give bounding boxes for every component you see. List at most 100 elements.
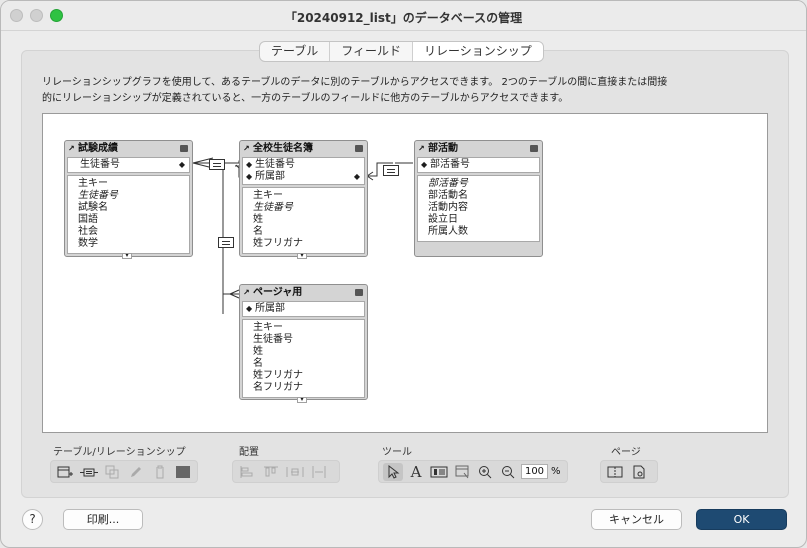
group-label-arrange: 配置 [239, 447, 259, 458]
tools-toolbar: A 100 % [378, 460, 568, 483]
field-row[interactable]: 生徒番号 [68, 190, 189, 202]
zoom-level-input[interactable]: 100 [521, 464, 548, 479]
field-row[interactable]: 主キー [243, 190, 364, 202]
field-row[interactable]: 国語 [68, 214, 189, 226]
match-bullet-icon: ◆ [246, 172, 253, 181]
collapse-icon[interactable] [180, 145, 188, 152]
field-row[interactable]: 社会 [68, 226, 189, 238]
print-button[interactable]: 印刷... [63, 509, 143, 530]
align-top-icon[interactable] [261, 463, 281, 481]
field-row[interactable]: 試験名 [68, 202, 189, 214]
table-occurrence-pager[interactable]: ↗ ページャ用 ◆ 所属部 主キー 生徒番号 姓 名 姓フリガナ 名フリガナ ▾ [239, 284, 368, 403]
table-name: 全校生徒名簿 [253, 143, 313, 154]
table-view-icon[interactable] [429, 463, 449, 481]
table-occurrence-zenkou[interactable]: ↗ 全校生徒名簿 ◆ 生徒番号 ◆ 所属部 ◆ 主キー 生徒番号 姓 名 姓フリ… [239, 140, 368, 259]
field-row[interactable]: 部活番号 [418, 178, 539, 190]
field-row[interactable]: 生徒番号 [243, 334, 364, 346]
match-field[interactable]: 生徒番号 ◆ [68, 159, 189, 171]
field-row[interactable]: 姓フリガナ [243, 370, 364, 382]
field-list: 部活番号 部活動名 活動内容 設立日 所属人数 [417, 175, 540, 242]
group-label-tables: テーブル/リレーションシップ [53, 447, 186, 458]
resize-arrow-icon[interactable]: ▾ [122, 253, 132, 259]
tab-relationships[interactable]: リレーションシップ [412, 42, 543, 61]
collapse-icon[interactable] [355, 289, 363, 296]
link-arrow-icon: ↗ [418, 144, 425, 153]
field-row[interactable]: 設立日 [418, 214, 539, 226]
page-breaks-icon[interactable] [605, 463, 625, 481]
title-bar: 「20240912_list」のデータベースの管理 [1, 1, 806, 31]
field-row[interactable]: 生徒番号 [243, 202, 364, 214]
link-arrow-icon: ↗ [68, 144, 75, 153]
match-bullet-icon: ◆ [246, 160, 253, 169]
tab-tables[interactable]: テーブル [260, 42, 329, 61]
field-list: 主キー 生徒番号 試験名 国語 社会 数学 [67, 175, 190, 254]
match-bullet-icon: ◆ [246, 304, 253, 313]
zoom-percent-label: % [551, 466, 561, 477]
delete-trash-icon[interactable] [150, 463, 170, 481]
tables-toolbar [50, 460, 198, 483]
field-row[interactable]: 主キー [243, 322, 364, 334]
table-header[interactable]: ↗ 部活動 [415, 141, 542, 157]
select-pointer-icon[interactable] [383, 462, 403, 481]
field-row[interactable]: 姓フリガナ [243, 238, 364, 250]
relationship-icon-shiken-zenkou[interactable] [209, 159, 225, 170]
field-row[interactable]: 部活動名 [418, 190, 539, 202]
field-row[interactable]: 数学 [68, 238, 189, 250]
ok-button[interactable]: OK [696, 509, 787, 530]
page-setup-icon[interactable] [629, 463, 649, 481]
manage-database-window: 「20240912_list」のデータベースの管理 テーブル フィールド リレー… [0, 0, 807, 548]
table-occurrence-bukatsu[interactable]: ↗ 部活動 ◆ 部活番号 部活番号 部活動名 活動内容 設立日 所属人数 [414, 140, 543, 257]
field-row[interactable]: 姓 [243, 214, 364, 226]
relationship-graph[interactable]: ↗ 試験成績 生徒番号 ◆ 主キー 生徒番号 試験名 国語 社会 数学 ▾ ↗ … [42, 113, 768, 433]
resize-arrow-icon[interactable]: ▾ [297, 253, 307, 259]
field-row[interactable]: 名 [243, 226, 364, 238]
table-occurrence-shiken[interactable]: ↗ 試験成績 生徒番号 ◆ 主キー 生徒番号 試験名 国語 社会 数学 ▾ [64, 140, 193, 259]
match-field[interactable]: ◆ 所属部 ◆ [243, 171, 364, 183]
match-bullet-icon: ◆ [421, 160, 428, 169]
field-row[interactable]: 名フリガナ [243, 382, 364, 394]
match-bullet-icon: ◆ [178, 160, 185, 169]
match-field[interactable]: ◆ 生徒番号 [243, 159, 364, 171]
page-toolbar [600, 460, 658, 483]
edit-pencil-icon[interactable] [126, 463, 146, 481]
group-label-page: ページ [611, 447, 641, 458]
color-swatch-icon[interactable] [173, 463, 193, 481]
match-field[interactable]: ◆ 所属部 [243, 303, 364, 315]
match-field[interactable]: ◆ 部活番号 [418, 159, 539, 171]
table-header[interactable]: ↗ 試験成績 [65, 141, 192, 157]
duplicate-icon[interactable] [102, 463, 122, 481]
zoom-in-icon[interactable] [475, 463, 495, 481]
cancel-button[interactable]: キャンセル [591, 509, 682, 530]
field-row[interactable]: 主キー [68, 178, 189, 190]
relationships-description: リレーションシップグラフを使用して、あるテーブルのデータに別のテーブルからアクセ… [42, 75, 732, 107]
table-name: ページャ用 [253, 287, 303, 298]
link-arrow-icon: ↗ [243, 288, 250, 297]
tab-fields[interactable]: フィールド [329, 42, 412, 61]
resize-icon[interactable] [309, 463, 329, 481]
resize-arrow-icon[interactable]: ▾ [297, 397, 307, 403]
field-row[interactable]: 所属人数 [418, 226, 539, 238]
relationship-icon-zenkou-pager[interactable] [218, 237, 234, 248]
layout-icon[interactable] [452, 463, 472, 481]
collapse-icon[interactable] [355, 145, 363, 152]
table-header[interactable]: ↗ 全校生徒名簿 [240, 141, 367, 157]
relationship-icon-zenkou-bukatsu[interactable] [383, 165, 399, 176]
tab-bar: テーブル フィールド リレーションシップ [259, 41, 544, 62]
text-tool-icon[interactable]: A [406, 463, 426, 481]
description-line-2: 的にリレーションシップが定義されていると、一方のテーブルのフィールドに他方のテー… [42, 93, 569, 104]
link-arrow-icon: ↗ [243, 144, 250, 153]
table-name: 部活動 [428, 143, 458, 154]
field-row[interactable]: 活動内容 [418, 202, 539, 214]
help-button[interactable]: ? [22, 509, 43, 530]
distribute-horizontal-icon[interactable] [285, 463, 305, 481]
collapse-icon[interactable] [530, 145, 538, 152]
field-row[interactable]: 姓 [243, 346, 364, 358]
add-relationship-icon[interactable] [79, 463, 99, 481]
field-list: 主キー 生徒番号 姓 名 姓フリガナ 名フリガナ [242, 319, 365, 398]
table-header[interactable]: ↗ ページャ用 [240, 285, 367, 301]
match-fields: 生徒番号 ◆ [67, 157, 190, 173]
add-table-icon[interactable] [55, 463, 75, 481]
align-left-icon[interactable] [237, 463, 257, 481]
zoom-out-icon[interactable] [498, 463, 518, 481]
field-row[interactable]: 名 [243, 358, 364, 370]
